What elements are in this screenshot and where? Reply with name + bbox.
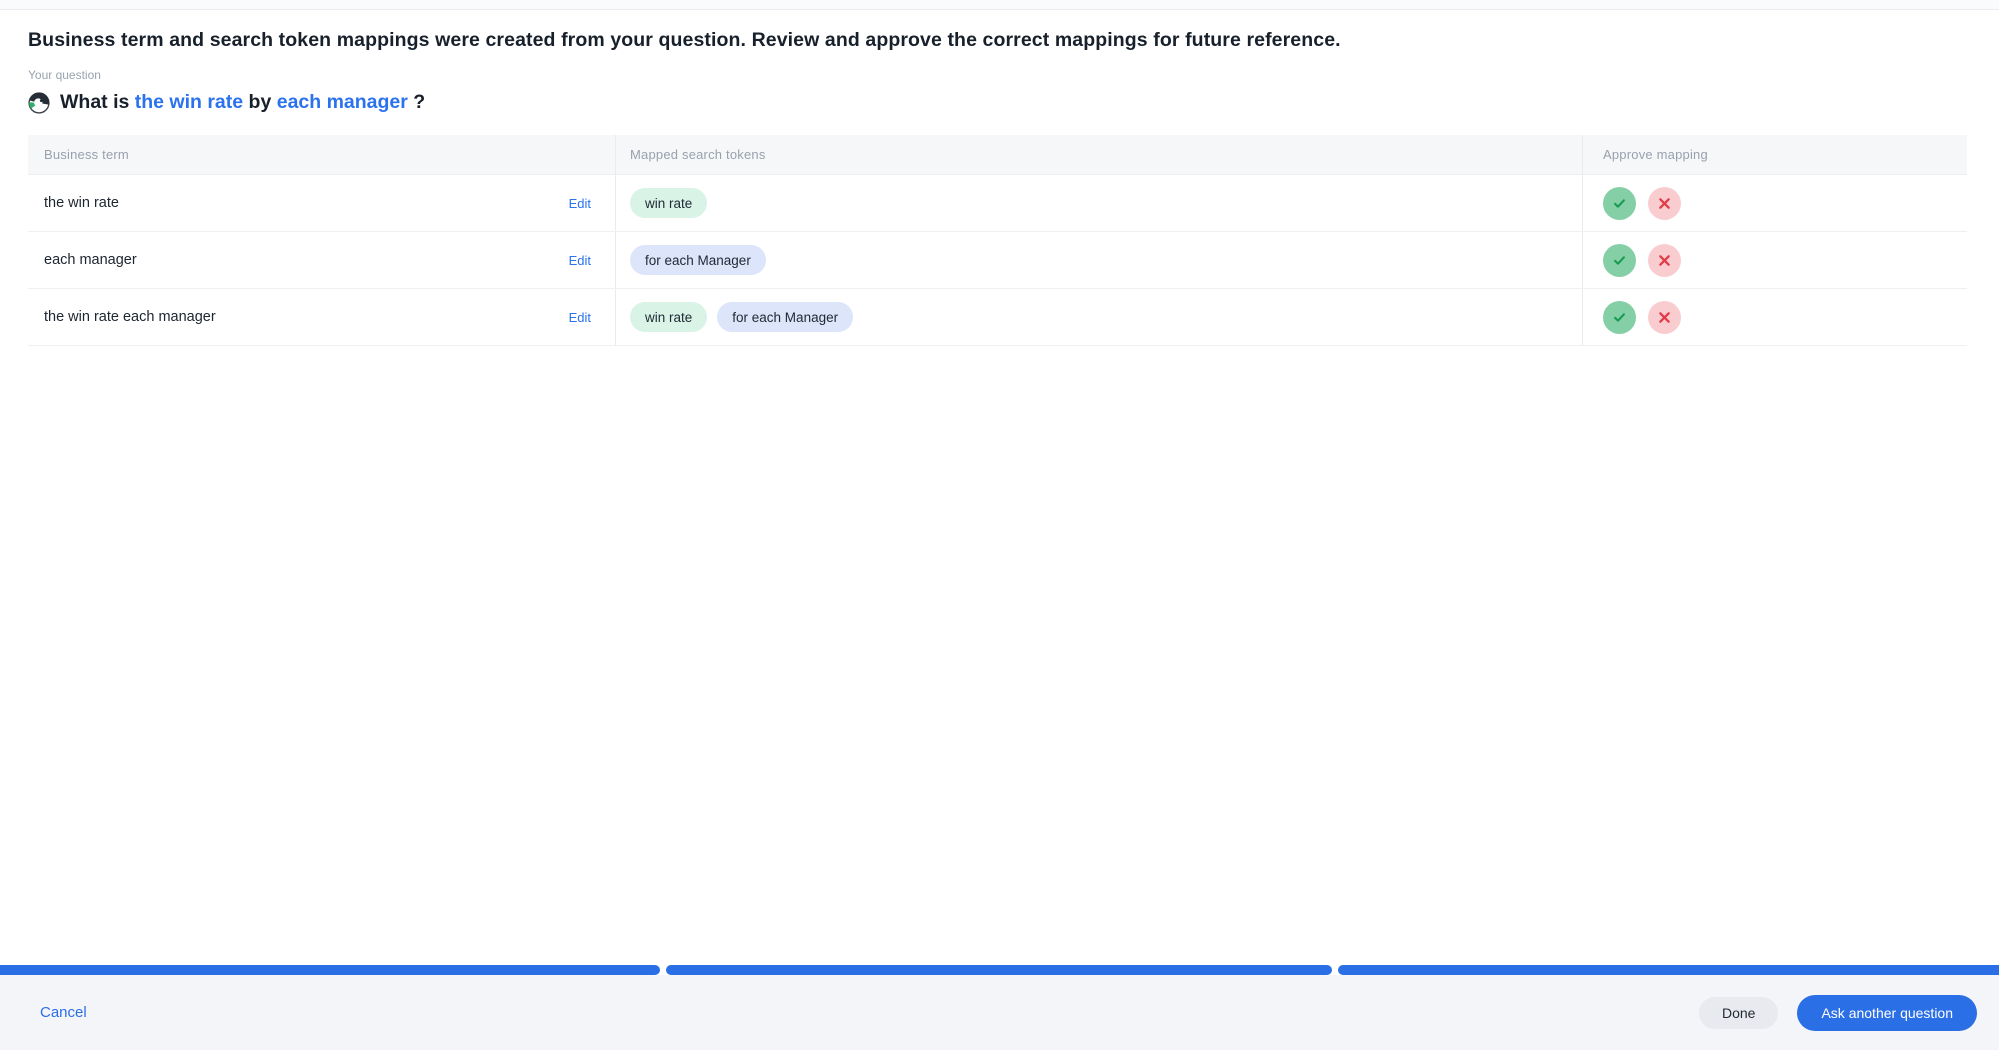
progress-bar — [0, 965, 1999, 975]
table-row: the win rate each manager Edit win rate … — [28, 289, 1967, 346]
ask-another-question-button[interactable]: Ask another question — [1797, 995, 1977, 1031]
progress-segment — [666, 965, 1332, 975]
top-divider — [0, 0, 1999, 10]
check-icon — [1612, 253, 1627, 268]
business-term-text: each manager — [44, 252, 137, 268]
approve-mapping-button[interactable] — [1603, 244, 1636, 277]
x-icon — [1658, 197, 1671, 210]
table-row: the win rate Edit win rate — [28, 175, 1967, 232]
check-icon — [1612, 196, 1627, 211]
question-text: What is the win rate by each manager ? — [60, 91, 425, 114]
cancel-link[interactable]: Cancel — [40, 1004, 87, 1021]
spotter-logo-icon — [28, 92, 50, 114]
your-question-label: Your question — [28, 68, 1971, 82]
token-pill[interactable]: win rate — [630, 302, 707, 332]
table-header-row: Business term Mapped search tokens Appro… — [28, 135, 1967, 175]
question-term-highlight[interactable]: each manager — [277, 91, 408, 113]
token-pill[interactable]: win rate — [630, 188, 707, 218]
column-header-mapped-tokens: Mapped search tokens — [616, 135, 1583, 174]
question-part: What is — [60, 91, 135, 113]
question-part: ? — [408, 91, 425, 113]
table-row: each manager Edit for each Manager — [28, 232, 1967, 289]
done-button[interactable]: Done — [1699, 997, 1778, 1029]
x-icon — [1658, 254, 1671, 267]
reject-mapping-button[interactable] — [1648, 187, 1681, 220]
edit-link[interactable]: Edit — [569, 196, 591, 211]
check-icon — [1612, 310, 1627, 325]
question-term-highlight[interactable]: the win rate — [135, 91, 243, 113]
progress-segment — [1338, 965, 1999, 975]
column-header-approve-mapping: Approve mapping — [1583, 135, 1967, 174]
intro-text: Business term and search token mappings … — [28, 29, 1971, 52]
business-term-text: the win rate each manager — [44, 309, 216, 325]
column-header-business-term: Business term — [28, 135, 616, 174]
question-row: What is the win rate by each manager ? — [28, 91, 1971, 114]
business-term-text: the win rate — [44, 195, 119, 211]
progress-segment — [0, 965, 660, 975]
reject-mapping-button[interactable] — [1648, 301, 1681, 334]
token-pill[interactable]: for each Manager — [630, 245, 766, 275]
reject-mapping-button[interactable] — [1648, 244, 1681, 277]
token-pill[interactable]: for each Manager — [717, 302, 853, 332]
mapping-table: Business term Mapped search tokens Appro… — [28, 135, 1967, 346]
question-part: by — [243, 91, 277, 113]
footer-bar: Cancel Done Ask another question — [0, 975, 1999, 1050]
approve-mapping-button[interactable] — [1603, 187, 1636, 220]
main-content: Business term and search token mappings … — [0, 11, 1999, 346]
edit-link[interactable]: Edit — [569, 310, 591, 325]
x-icon — [1658, 311, 1671, 324]
edit-link[interactable]: Edit — [569, 253, 591, 268]
approve-mapping-button[interactable] — [1603, 301, 1636, 334]
